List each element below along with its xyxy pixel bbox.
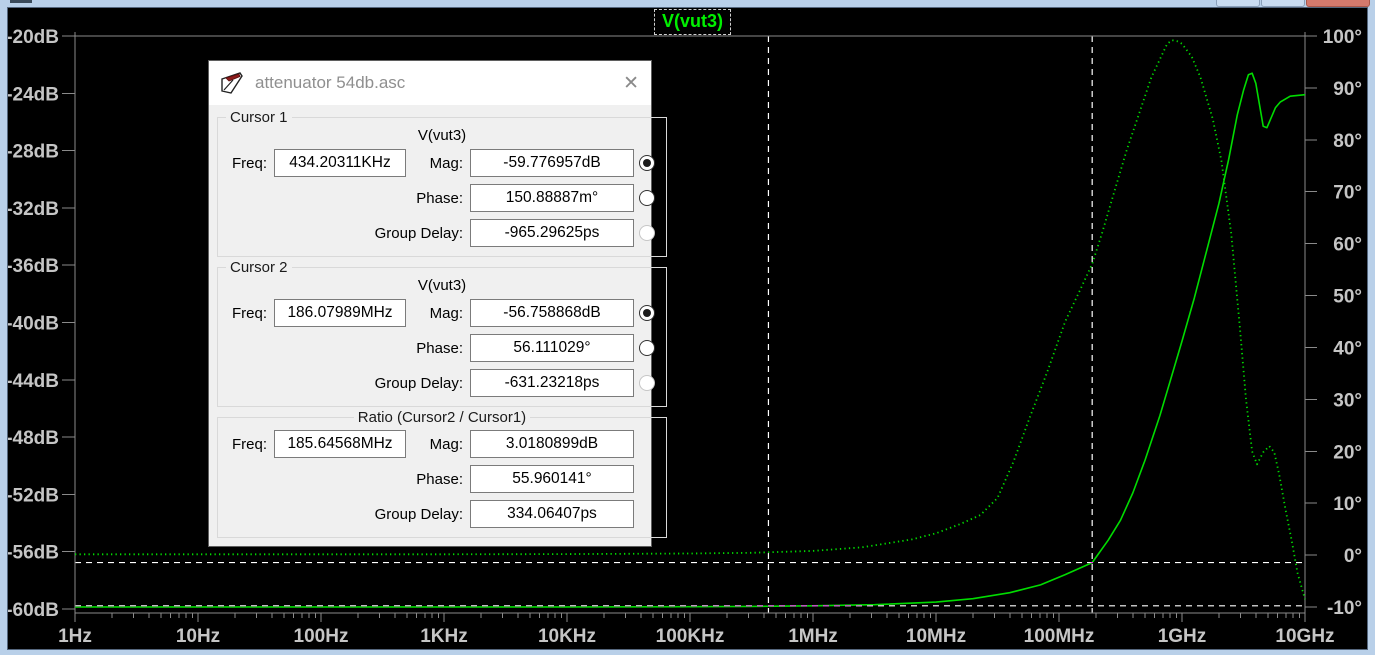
- right-axis-tick-label[interactable]: 0°: [1344, 546, 1362, 567]
- mag-label: Mag:: [406, 305, 470, 322]
- left-axis-tick-label[interactable]: -44dB: [8, 371, 59, 392]
- trace-title-label[interactable]: V(vut3): [654, 9, 731, 35]
- cursor1-trace-name: V(vut3): [224, 127, 660, 144]
- x-axis-tick-label[interactable]: 100Hz: [294, 626, 349, 647]
- right-axis-tick-label[interactable]: 50°: [1333, 287, 1362, 308]
- window-minimize-button[interactable]: [1216, 0, 1260, 7]
- cursor2-mag-radio[interactable]: [639, 305, 655, 321]
- right-axis-tick-label[interactable]: -10°: [1327, 598, 1362, 619]
- x-axis-tick-label[interactable]: 1KHz: [420, 626, 468, 647]
- cursor1-group-delay-radio[interactable]: [639, 225, 655, 241]
- cursor1-caption: Cursor 1: [226, 109, 292, 126]
- phase-label: Phase:: [406, 190, 470, 207]
- dialog-title: attenuator 54db.asc: [255, 73, 623, 93]
- cursor1-mag-value[interactable]: -59.776957dB: [470, 149, 634, 177]
- ratio-freq-value[interactable]: 185.64568MHz: [274, 430, 406, 458]
- cursor1-freq-value[interactable]: 434.20311KHz: [274, 149, 406, 177]
- ltspice-window: -20dB -24dB -28dB -32dB -36dB -40dB -44dB -48dB…: [0, 0, 1375, 655]
- cursor2-caption: Cursor 2: [226, 259, 292, 276]
- cursor2-phase-radio[interactable]: [639, 340, 655, 356]
- left-axis-tick-label[interactable]: -24dB: [8, 84, 59, 105]
- ratio-mag-value[interactable]: 3.0180899dB: [470, 430, 634, 458]
- cursor2-phase-value[interactable]: 56.111029°: [470, 334, 634, 362]
- window-caption-remnant: [10, 0, 32, 3]
- cursor2-trace-name: V(vut3): [224, 277, 660, 294]
- group-delay-label: Group Delay:: [228, 506, 470, 523]
- right-axis-tick-label[interactable]: 20°: [1333, 442, 1362, 463]
- phase-label: Phase:: [406, 340, 470, 357]
- cursor1-phase-radio[interactable]: [639, 190, 655, 206]
- left-axis-tick-label[interactable]: -36dB: [8, 256, 59, 277]
- x-axis-tick-label[interactable]: 1GHz: [1158, 626, 1207, 647]
- x-axis-tick-label[interactable]: 1Hz: [58, 626, 92, 647]
- freq-label: Freq:: [228, 436, 274, 453]
- window-close-button[interactable]: [1306, 0, 1370, 7]
- left-axis-tick-label[interactable]: -40dB: [8, 314, 59, 335]
- cursor1-phase-value[interactable]: 150.88887m°: [470, 184, 634, 212]
- left-axis-tick-label[interactable]: -20dB: [8, 27, 59, 48]
- cursor2-freq-value[interactable]: 186.07989MHz: [274, 299, 406, 327]
- cursor2-group-delay-radio[interactable]: [639, 375, 655, 391]
- right-axis-tick-label[interactable]: 60°: [1333, 235, 1362, 256]
- cursor2-group-delay-value[interactable]: -631.23218ps: [470, 369, 634, 397]
- right-axis-tick-label[interactable]: 30°: [1333, 390, 1362, 411]
- left-axis-tick-label[interactable]: -32dB: [8, 199, 59, 220]
- phase-label: Phase:: [406, 471, 470, 488]
- ratio-group-delay-value[interactable]: 334.06407ps: [470, 500, 634, 528]
- ratio-group: Ratio (Cursor2 / Cursor1) Freq: 185.6456…: [217, 409, 667, 538]
- ratio-caption: Ratio (Cursor2 / Cursor1): [354, 409, 530, 426]
- x-axis-tick-label[interactable]: 10MHz: [906, 626, 966, 647]
- right-axis-tick-label[interactable]: 10°: [1333, 494, 1362, 515]
- cursor2-mag-value[interactable]: -56.758868dB: [470, 299, 634, 327]
- cursor-dialog: attenuator 54db.asc ✕ Cursor 1 V(vut3) F…: [208, 60, 652, 547]
- cursor1-group-delay-value[interactable]: -965.29625ps: [470, 219, 634, 247]
- ltspice-icon: [219, 70, 245, 96]
- dialog-close-icon[interactable]: ✕: [623, 74, 639, 93]
- group-delay-label: Group Delay:: [228, 375, 470, 392]
- right-axis-tick-label[interactable]: 100°: [1323, 27, 1362, 48]
- mag-label: Mag:: [406, 155, 470, 172]
- dialog-body: Cursor 1 V(vut3) Freq: 434.20311KHz Mag:…: [209, 105, 651, 546]
- x-axis-tick-label[interactable]: 10GHz: [1275, 626, 1334, 647]
- cursor1-group: Cursor 1 V(vut3) Freq: 434.20311KHz Mag:…: [217, 109, 667, 257]
- group-delay-label: Group Delay:: [228, 225, 470, 242]
- x-axis-tick-label[interactable]: 10KHz: [538, 626, 596, 647]
- mag-label: Mag:: [406, 436, 470, 453]
- x-axis-tick-label[interactable]: 100MHz: [1024, 626, 1095, 647]
- freq-label: Freq:: [228, 155, 274, 172]
- ratio-phase-value[interactable]: 55.960141°: [470, 465, 634, 493]
- right-axis-tick-label[interactable]: 80°: [1333, 131, 1362, 152]
- left-axis-tick-label[interactable]: -28dB: [8, 142, 59, 163]
- left-axis-tick-label[interactable]: -48dB: [8, 428, 59, 449]
- right-axis-tick-label[interactable]: 40°: [1333, 338, 1362, 359]
- dialog-titlebar[interactable]: attenuator 54db.asc ✕: [209, 61, 651, 105]
- freq-label: Freq:: [228, 305, 274, 322]
- right-axis-tick-label[interactable]: 70°: [1333, 183, 1362, 204]
- x-axis-tick-label[interactable]: 10Hz: [176, 626, 220, 647]
- window-maximize-button[interactable]: [1261, 0, 1305, 7]
- cursor1-mag-radio[interactable]: [639, 155, 655, 171]
- left-axis-tick-label[interactable]: -60dB: [8, 600, 59, 621]
- cursor2-group: Cursor 2 V(vut3) Freq: 186.07989MHz Mag:…: [217, 259, 667, 407]
- x-axis-tick-label[interactable]: 100KHz: [656, 626, 725, 647]
- left-axis-tick-label[interactable]: -52dB: [8, 485, 59, 506]
- x-axis-tick-label[interactable]: 1MHz: [788, 626, 838, 647]
- left-axis-tick-label[interactable]: -56dB: [8, 543, 59, 564]
- right-axis-tick-label[interactable]: 90°: [1333, 79, 1362, 100]
